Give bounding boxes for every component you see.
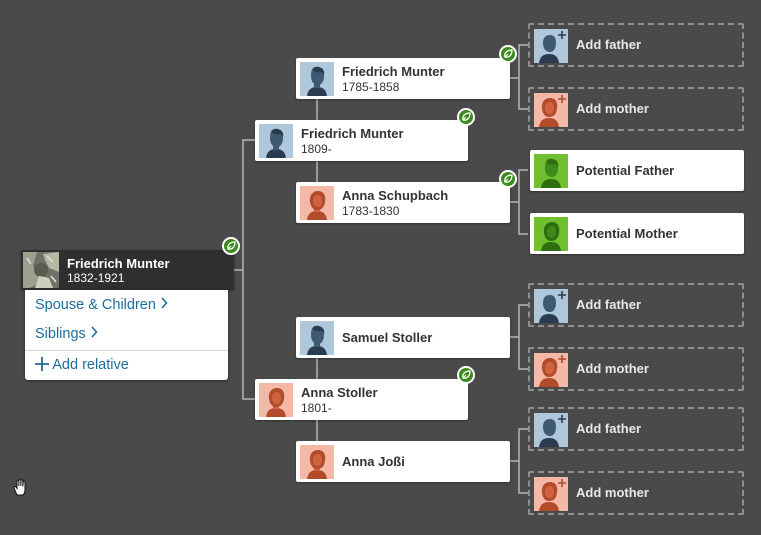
add-male-avatar-icon [534,29,568,63]
father-dates: 1809- [301,142,332,156]
father-name: Friedrich Munter [301,126,404,141]
hand-cursor-icon [11,477,31,502]
paternal-grandmother-name: Anna Schupbach [342,188,449,203]
female-avatar-icon [300,186,334,220]
add-female-avatar-icon [534,93,568,127]
chevron-right-icon [161,297,168,309]
potential-mother-card[interactable]: Potential Mother [530,213,744,254]
add-mother-button[interactable]: Add mother [528,87,744,131]
maternal-grandmother-card[interactable]: Anna Joßi [296,441,510,482]
add-female-avatar-icon [534,477,568,511]
potential-female-avatar-icon [534,217,568,251]
paternal-grandfather-card[interactable]: Friedrich Munter 1785-1858 [296,58,510,99]
potential-male-avatar-icon [534,154,568,188]
hint-leaf-icon[interactable] [499,45,517,63]
add-relative-link[interactable]: Add relative [35,357,129,373]
maternal-grandmother-name: Anna Joßi [342,454,405,469]
potential-father-card[interactable]: Potential Father [530,150,744,191]
spouse-children-link[interactable]: Spouse & Children [35,297,168,313]
menu-divider [25,350,228,351]
person-action-menu: Spouse & Children Siblings Add relative [25,290,228,380]
male-avatar-icon [259,124,293,158]
mother-card[interactable]: Anna Stoller 1801- [255,379,468,420]
female-avatar-icon [259,383,293,417]
male-avatar-icon [300,62,334,96]
female-avatar-icon [300,445,334,479]
paternal-grandfather-name: Friedrich Munter [342,64,445,79]
add-father-button[interactable]: Add father [528,23,744,67]
root-person-name: Friedrich Munter [67,256,170,271]
add-father-button[interactable]: Add father [528,283,744,327]
add-female-avatar-icon [534,353,568,387]
add-male-avatar-icon [534,413,568,447]
male-avatar-icon [300,321,334,355]
root-person-card[interactable]: Friedrich Munter 1832-1921 [21,250,234,290]
father-card[interactable]: Friedrich Munter 1809- [255,120,468,161]
hint-leaf-icon[interactable] [222,237,240,255]
plus-icon [35,357,49,371]
add-mother-button[interactable]: Add mother [528,347,744,391]
siblings-link[interactable]: Siblings [35,326,98,342]
hint-leaf-icon[interactable] [457,108,475,126]
mother-dates: 1801- [301,401,332,415]
paternal-grandmother-dates: 1783-1830 [342,204,400,218]
chevron-right-icon [91,326,98,338]
paternal-grandmother-card[interactable]: Anna Schupbach 1783-1830 [296,182,510,223]
add-mother-button[interactable]: Add mother [528,471,744,515]
root-person-dates: 1832-1921 [67,271,125,285]
person-photo [23,252,59,288]
maternal-grandfather-name: Samuel Stoller [342,330,433,345]
paternal-grandfather-dates: 1785-1858 [342,80,400,94]
add-male-avatar-icon [534,289,568,323]
maternal-grandfather-card[interactable]: Samuel Stoller [296,317,510,358]
hint-leaf-icon[interactable] [499,170,517,188]
add-father-button[interactable]: Add father [528,407,744,451]
hint-leaf-icon[interactable] [457,366,475,384]
mother-name: Anna Stoller [301,385,378,400]
